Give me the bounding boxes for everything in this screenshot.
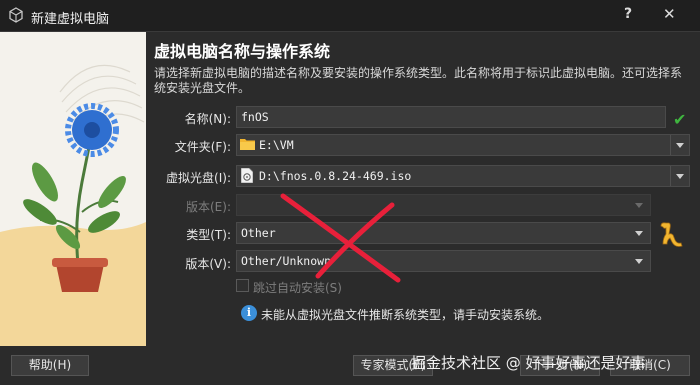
type-label: 类型(T): [186,228,231,242]
chevron-down-icon [635,259,643,264]
name-input[interactable]: fnOS [236,106,666,128]
iso-combo[interactable]: D:\fnos.0.8.24-469.iso [236,165,690,187]
page-title: 虚拟电脑名称与操作系统 [154,42,331,61]
version-label: 版本(V): [185,257,231,271]
version-value: Other/Unknown [241,254,332,268]
iso-value: D:\fnos.0.8.24-469.iso [259,169,412,183]
skip-unattended-checkbox [236,279,249,292]
skip-unattended-label: 跳过自动安装(S) [253,281,342,295]
iso-dropdown-button[interactable] [670,166,689,186]
close-icon[interactable]: ✕ [663,5,676,23]
help-button[interactable]: 帮助(H) [11,355,89,376]
folder-combo[interactable]: E:\VM [236,134,690,156]
folder-value: E:\VM [259,138,294,152]
folder-dropdown-button[interactable] [670,135,689,155]
folder-label: 文件夹(F): [174,140,231,154]
version-select[interactable]: Other/Unknown [236,250,651,272]
help-icon[interactable]: ? [624,6,632,22]
check-icon: ✔ [673,110,687,129]
disc-file-icon [241,168,253,183]
edition-label: 版本(E): [186,200,231,214]
watermark: 掘金技术社区 @ 好事好事还是好事 [411,354,646,372]
iso-label: 虚拟光盘(I): [166,171,231,185]
page-description: 请选择新虚拟电脑的描述名称及要安装的操作系统类型。此名称将用于标识此虚拟电脑。还… [154,66,683,95]
info-icon: i [241,305,257,321]
wizard-illustration [0,32,146,346]
type-select[interactable]: Other [236,222,651,244]
window-title: 新建虚拟电脑 [31,12,110,27]
type-value: Other [241,226,276,240]
chevron-down-icon [635,203,643,208]
unknown-os-icon [660,222,683,247]
name-label: 名称(N): [184,112,231,126]
virtualbox-icon [9,7,23,23]
title-bar: 新建虚拟电脑 ? ✕ [0,0,700,32]
folder-icon [240,139,255,150]
info-message: 未能从虚拟光盘文件推断系统类型，请手动安装系统。 [261,308,550,322]
name-value: fnOS [241,110,269,124]
edition-select [236,194,651,216]
chevron-down-icon [635,231,643,236]
